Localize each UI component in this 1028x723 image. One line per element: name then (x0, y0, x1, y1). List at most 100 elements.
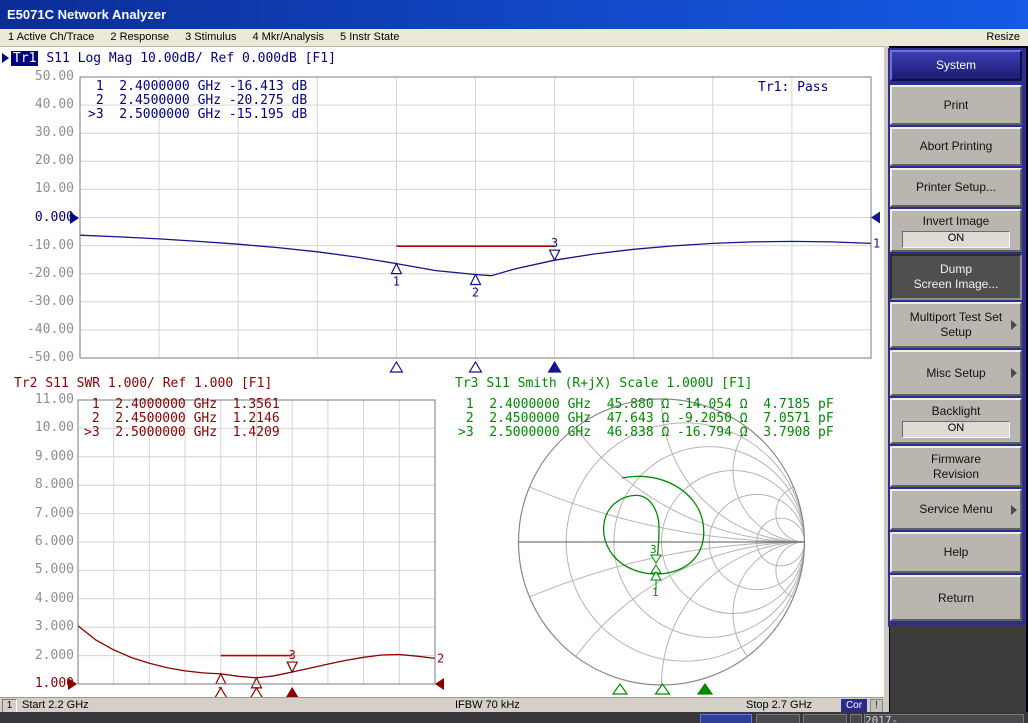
tr1-yaxis-tick-50.00: 50.00 (2, 69, 74, 84)
tr2-trace-number: 2 (437, 651, 444, 665)
softkey-printer-setup-label: Printer Setup... (916, 180, 996, 195)
tr1-yaxis-ref-arrow-icon (70, 212, 79, 224)
window-title: E5071C Network Analyzer (7, 7, 166, 22)
active-trace-arrow-icon (2, 53, 9, 63)
tr1-stimulus-marker-2-icon[interactable] (470, 362, 482, 372)
instrument-status-box-1 (700, 714, 752, 723)
softkey-backlight-label: Backlight (932, 404, 981, 419)
tr2-yaxis-tick-3.000: 3.000 (2, 619, 74, 634)
menu-3-stimulus[interactable]: 3 Stimulus (185, 29, 236, 45)
softkey-service-menu[interactable]: Service Menu (890, 489, 1022, 530)
tr2-yaxis-tick-9.000: 9.000 (2, 449, 74, 464)
tr1-stimulus-marker-3-icon[interactable] (549, 362, 561, 372)
tr1-marker-row-1: 1 2.4000000 GHz -16.413 dB (88, 80, 307, 94)
softkey-dump-screen-image[interactable]: DumpScreen Image... (890, 254, 1022, 300)
tr3-header[interactable]: Tr3 S11 Smith (R+jX) Scale 1.000U [F1] (455, 376, 752, 391)
tr2-marker-3-icon[interactable] (287, 662, 297, 672)
softkey-print[interactable]: Print (890, 85, 1022, 125)
correction-badge: Cor (841, 699, 867, 712)
softkey-dump-screen-image-label: Dump (940, 262, 972, 277)
menu-2-response[interactable]: 2 Response (110, 29, 169, 45)
tr3-format: S11 Smith (R+jX) Scale 1.000U [F1] (486, 376, 752, 391)
submenu-arrow-icon (1011, 320, 1017, 330)
softkey-multiport-test-set-setup-label: Multiport Test Set (910, 310, 1002, 325)
svg-text:2: 2 (472, 285, 479, 299)
softkey-multiport-test-set-setup[interactable]: Multiport Test SetSetup (890, 302, 1022, 348)
tr2-yaxis-tick-1.000: 1.000 (2, 676, 74, 691)
tr1-yaxis-tick-10.00: 10.00 (2, 181, 74, 196)
svg-text:3: 3 (289, 648, 296, 662)
tr2-format: S11 SWR 1.000/ Ref 1.000 [F1] (45, 376, 272, 391)
softkey-help[interactable]: Help (890, 532, 1022, 573)
instrument-status-box-3 (803, 714, 847, 723)
softkey-printer-setup[interactable]: Printer Setup... (890, 168, 1022, 207)
softkey-multiport-test-set-setup-label: Setup (940, 325, 971, 340)
tr2-label: Tr2 (14, 376, 37, 391)
ifbw-readout: IFBW 70 kHz (455, 698, 520, 712)
softkey-system[interactable]: System (890, 50, 1022, 81)
tr1-yaxis-tick--10.00: -10.00 (2, 238, 74, 253)
tr2-marker-row-3: >3 2.5000000 GHz 1.4209 (84, 426, 280, 440)
datetime-readout: 2017- (864, 714, 1024, 723)
softkey-backlight[interactable]: Backlight ON (890, 398, 1022, 444)
tr1-marker-2-icon[interactable] (471, 274, 481, 284)
tr3-label: Tr3 (455, 376, 478, 391)
tr1-yaxis-tick-30.00: 30.00 (2, 125, 74, 140)
tr2-stimulus-marker-3-icon[interactable] (286, 688, 298, 697)
tr1-ref-arrow-right-icon (871, 212, 880, 224)
tr3-marker-row-3: >3 2.5000000 GHz 46.838 Ω -16.794 Ω 3.79… (458, 426, 834, 440)
softkey-return-label: Return (938, 591, 974, 606)
softkey-service-menu-label: Service Menu (919, 502, 992, 517)
softkey-invert-image-state: ON (902, 231, 1010, 248)
tr1-marker-row-3: >3 2.5000000 GHz -15.195 dB (88, 108, 307, 122)
softkey-abort-printing[interactable]: Abort Printing (890, 127, 1022, 166)
tr1-marker-row-2: 2 2.4500000 GHz -20.275 dB (88, 94, 307, 108)
softkey-firmware-revision[interactable]: FirmwareRevision (890, 446, 1022, 487)
tr1-format: S11 Log Mag 10.00dB/ Ref 0.000dB [F1] (46, 51, 336, 66)
window-titlebar[interactable]: E5071C Network Analyzer (0, 0, 1028, 29)
instrument-screen: E5071C Network Analyzer 1 Active Ch/Trac… (0, 0, 1028, 723)
tr3-marker-3-icon[interactable] (651, 555, 661, 563)
tr1-yaxis-tick-0.000: 0.000 (2, 210, 74, 225)
softkey-print-label: Print (944, 98, 969, 113)
softkey-empty-area (890, 625, 1026, 712)
tr1-yaxis-tick--20.00: -20.00 (2, 266, 74, 281)
tr1-yaxis-tick--30.00: -30.00 (2, 294, 74, 309)
tr1-marker-3-icon[interactable] (550, 250, 560, 260)
softkey-return[interactable]: Return (890, 575, 1022, 621)
tr3-stimulus-marker-1-icon[interactable] (613, 684, 627, 694)
softkey-firmware-revision-label: Firmware (931, 452, 981, 467)
start-frequency: Start 2.2 GHz (22, 698, 89, 712)
tr2-yaxis-tick-4.000: 4.000 (2, 591, 74, 606)
softkey-backlight-state: ON (902, 421, 1010, 438)
tr2-yaxis-tick-10.00: 10.00 (2, 420, 74, 435)
tr3-marker-row-2: 2 2.4500000 GHz 47.643 Ω -9.2050 Ω 7.057… (458, 412, 834, 426)
tr2-marker-2-icon[interactable] (252, 678, 262, 688)
tr2-yaxis-tick-6.000: 6.000 (2, 534, 74, 549)
submenu-arrow-icon (1011, 368, 1017, 378)
tr2-marker-1-icon[interactable] (216, 674, 226, 684)
instrument-status-bar: 2017- (0, 712, 1028, 723)
tr1-limit-status: Tr1: Pass (758, 80, 828, 95)
menu-1-active-ch-trace[interactable]: 1 Active Ch/Trace (8, 29, 94, 45)
tr2-marker-row-1: 1 2.4000000 GHz 1.3561 (84, 398, 280, 412)
softkey-invert-image[interactable]: Invert ImageON (890, 209, 1022, 252)
menu-4-mkr-analysis[interactable]: 4 Mkr/Analysis (252, 29, 324, 45)
softkey-misc-setup[interactable]: Misc Setup (890, 350, 1022, 396)
submenu-arrow-icon (1011, 505, 1017, 515)
tr2-ref-arrow-right-icon (435, 678, 444, 690)
menu-5-instr-state[interactable]: 5 Instr State (340, 29, 399, 45)
tr3-stimulus-marker-3-icon[interactable] (698, 684, 712, 694)
tr1-header[interactable]: Tr1 S11 Log Mag 10.00dB/ Ref 0.000dB [F1… (11, 51, 336, 66)
resize-button[interactable]: Resize (986, 29, 1020, 45)
softkey-firmware-revision-label: Revision (933, 467, 979, 482)
tr1-yaxis-tick-20.00: 20.00 (2, 153, 74, 168)
tr2-header[interactable]: Tr2 S11 SWR 1.000/ Ref 1.000 [F1] (14, 376, 272, 391)
tr1-stimulus-marker-1-icon[interactable] (390, 362, 402, 372)
charts-layer: 1231123231 (0, 45, 884, 697)
svg-text:3: 3 (551, 236, 558, 250)
tr2-yaxis-ref-arrow-icon (68, 678, 77, 690)
tr1-marker-1-icon[interactable] (391, 264, 401, 274)
stop-frequency: Stop 2.7 GHz (746, 698, 812, 712)
tr1-yaxis-tick--40.00: -40.00 (2, 322, 74, 337)
